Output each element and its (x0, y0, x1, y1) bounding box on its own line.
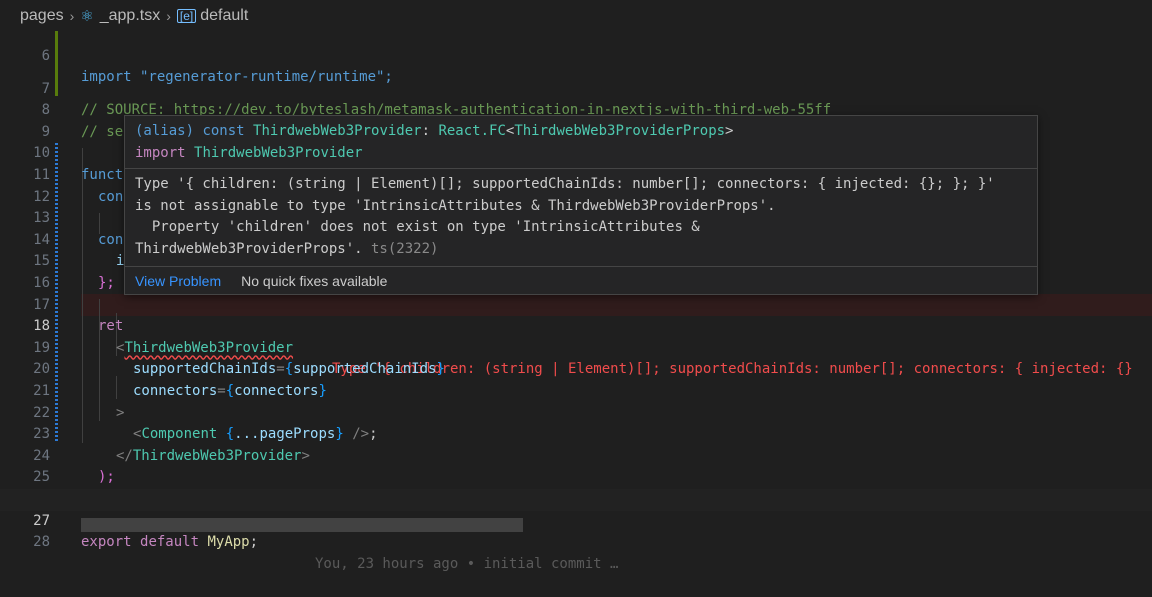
git-blame-annotation[interactable]: You, 23 hours ago • initial commit … (315, 554, 618, 576)
code-line-23: 23 </ThirdwebWeb3Provider> (33, 426, 310, 464)
react-icon: ⚛ (80, 7, 94, 25)
code-line-25: 25 } (33, 469, 89, 507)
horizontal-scrollbar[interactable] (81, 518, 523, 532)
breadcrumb-folder[interactable]: pages (20, 7, 64, 25)
view-problem-button[interactable]: View Problem (135, 273, 221, 289)
hover-signature: (alias) const ThirdwebWeb3Provider: Reac… (135, 123, 734, 161)
breadcrumb-file[interactable]: _app.tsx (100, 7, 160, 25)
code-line-7: 7 // SOURCE: https://dev.to/byteslash/me… (41, 80, 832, 119)
hover-tooltip: (alias) const ThirdwebWeb3Provider: Reac… (124, 115, 1038, 295)
chevron-right-icon: › (69, 7, 75, 24)
code-line-6: 6 import "regenerator-runtime/runtime"; (41, 47, 393, 86)
code-line-18: 18 <ThirdwebWeb3Provider Type '{ childre… (0, 295, 1152, 377)
no-quick-fixes-label: No quick fixes available (241, 272, 388, 289)
breadcrumb-symbol[interactable]: default (200, 7, 248, 25)
code-line-8: 8 // setting up auth with @3rdweb (41, 102, 343, 140)
code-line-20: 20 connectors={connectors} (33, 361, 327, 399)
hover-actions: View Problem No quick fixes available (125, 266, 1037, 294)
code-line-19: 19 supportedChainIds={supportedChainIds} (33, 339, 445, 378)
code-line-26: 26 (0, 467, 1152, 507)
code-line-22: 22 <Component {...pageProps} />; (33, 404, 378, 443)
symbol-variable-icon: [e] (176, 8, 197, 23)
hover-error-message: Type '{ children: (string | Element)[]; … (135, 176, 995, 257)
chevron-right-icon: › (166, 7, 171, 24)
code-line-27: 27 export default MyApp; You, 23 hours a… (0, 489, 1152, 572)
code-line-21: 21 > (33, 382, 125, 421)
code-line-24: 24 ); (33, 447, 115, 486)
